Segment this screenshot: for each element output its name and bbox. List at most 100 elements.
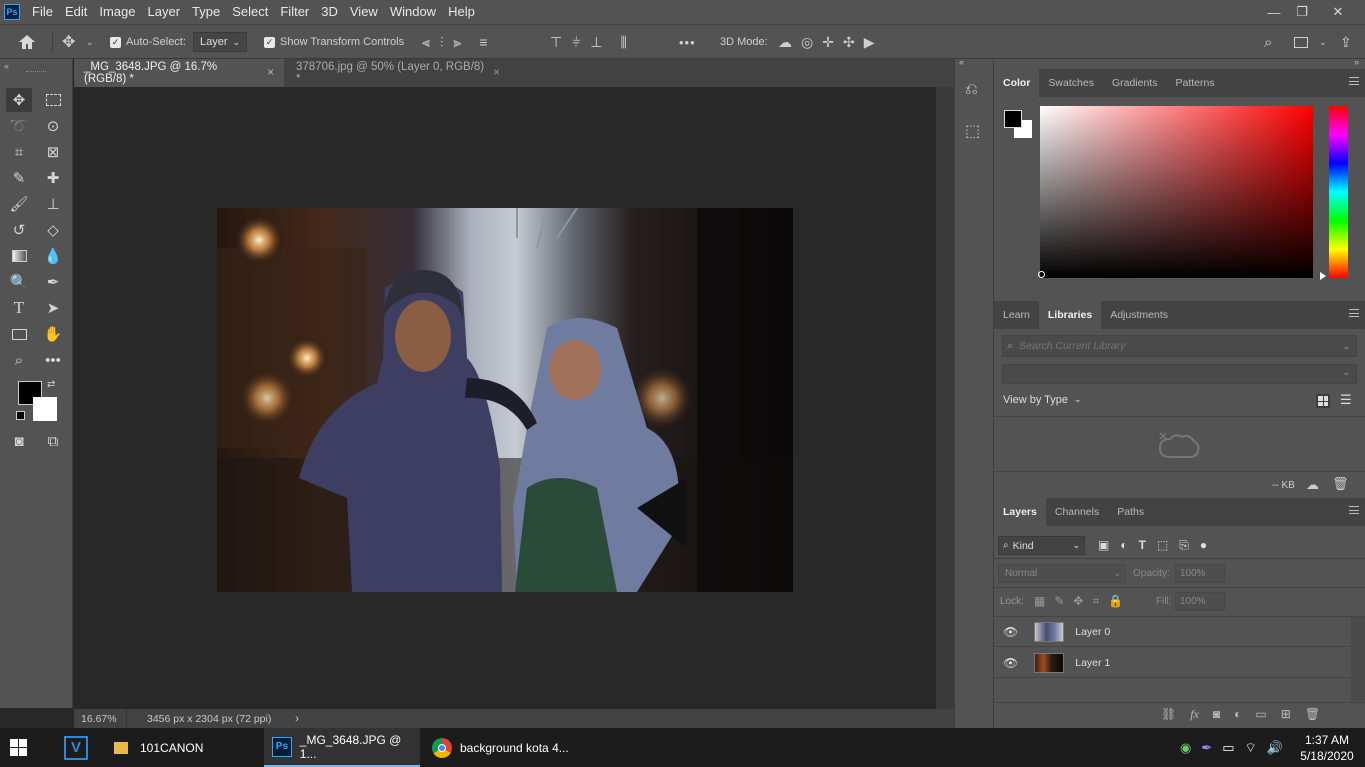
blur-tool-icon[interactable]: 💧 [40,244,66,268]
type-filter-icon[interactable]: T [1139,538,1146,553]
library-search-input[interactable] [1019,340,1320,352]
search-icon[interactable]: ⌕ [1264,25,1272,59]
quick-select-tool-icon[interactable]: ⊙ [40,114,66,138]
layer-kind-filter[interactable]: ⌕ Kind ⌄ [998,536,1085,555]
tab-adjustments[interactable]: Adjustments [1101,301,1177,329]
chevron-down-icon[interactable]: ⌄ [86,25,94,59]
foreground-swatch[interactable] [1004,110,1022,128]
distribute-vertical-icon[interactable]: ⫼ [620,34,626,51]
collapse-icon[interactable]: « [4,61,9,71]
restore-button[interactable]: ❐ [1284,0,1320,24]
swap-colors-icon[interactable]: ⇄ [47,379,55,390]
trash-icon[interactable]: 🗑 [1332,476,1349,492]
gradient-tool-icon[interactable] [6,244,32,268]
home-icon[interactable] [18,25,36,59]
brush-tool-icon[interactable]: 🖌 [6,192,32,216]
distribute-icon[interactable]: ≡ [479,34,487,50]
align-center-icon[interactable]: ⫶ [440,34,444,51]
auto-select-checkbox[interactable]: ✓ Auto-Select: [110,25,186,59]
chevron-down-icon[interactable]: ⌄ [1319,25,1327,59]
3d-panel-icon[interactable]: ⬚ [965,121,980,141]
tab-libraries[interactable]: Libraries [1038,301,1102,329]
windows-start-icon[interactable] [10,728,38,767]
tab-layers[interactable]: Layers [994,498,1046,526]
zoom-tool-icon[interactable]: ⌕ [6,348,32,372]
frame-tool-icon[interactable]: ⊠ [40,140,66,164]
pan-3d-icon[interactable]: ✛ [822,34,834,51]
tab-paths[interactable]: Paths [1108,498,1153,526]
align-middle-icon[interactable]: ⫩ [572,34,580,51]
pen-tool-icon[interactable]: ✒ [40,270,66,294]
menu-select[interactable]: Select [226,0,274,24]
default-colors-icon[interactable] [16,411,25,420]
more-tools-icon[interactable]: ••• [40,348,66,372]
menu-file[interactable]: File [26,0,59,24]
screen-mode-icon[interactable]: ⧉ [40,429,66,453]
taskbar-app-folder[interactable]: 101CANON [104,728,254,767]
eye-icon[interactable]: 👁 [1003,625,1018,639]
color-picker-marker[interactable] [1038,271,1045,278]
background-color-swatch[interactable] [33,397,57,421]
close-icon[interactable]: × [267,67,274,79]
hand-tool-icon[interactable]: ✋ [40,322,66,346]
marquee-tool-icon[interactable] [40,88,66,112]
view-by-type-dropdown[interactable]: View by Type ⌄ [1003,394,1082,406]
healing-brush-tool-icon[interactable]: ✚ [40,166,66,190]
menu-type[interactable]: Type [186,0,226,24]
layer-name[interactable]: Layer 1 [1075,657,1110,669]
shape-filter-icon[interactable]: ⬚ [1157,538,1168,553]
tab-color[interactable]: Color [994,69,1040,97]
align-right-icon[interactable]: ⫸ [453,34,461,51]
align-bottom-icon[interactable]: ⊥ [590,34,602,51]
menu-help[interactable]: Help [442,0,481,24]
lock-all-icon[interactable]: 🔒 [1108,594,1123,609]
crop-tool-icon[interactable]: ⌗ [6,140,32,164]
lock-position-icon[interactable]: ✥ [1073,594,1083,609]
library-dropdown[interactable]: ⌄ [1002,364,1357,384]
filter-toggle-icon[interactable]: ● [1200,538,1207,553]
eyedropper-tool-icon[interactable]: ✎ [6,166,32,190]
taskbar-app-photoshop[interactable]: Ps _MG_3648.JPG @ 1... [264,728,420,767]
vertical-scrollbar[interactable] [936,87,954,709]
grid-view-icon[interactable] [1316,394,1330,408]
slide-3d-icon[interactable]: ✣ [843,34,855,51]
close-icon[interactable]: × [493,67,500,79]
cloud-sync-icon[interactable]: ☁ [1306,477,1319,493]
close-window-button[interactable]: ✕ [1320,0,1356,24]
layers-scrollbar[interactable] [1351,617,1365,701]
layer-name[interactable]: Layer 0 [1075,626,1110,638]
adjustment-filter-icon[interactable]: ◐ [1120,538,1127,553]
roll-3d-icon[interactable]: ◎ [801,34,813,51]
tab-channels[interactable]: Channels [1046,498,1108,526]
quick-mask-icon[interactable]: ◙ [6,429,32,453]
zoom-level[interactable]: 16.67% [81,713,117,725]
hue-slider[interactable] [1329,106,1348,278]
pixel-filter-icon[interactable]: ▣ [1098,538,1109,553]
blend-mode-dropdown[interactable]: Normal ⌄ [998,564,1126,583]
panel-menu-icon[interactable] [1349,309,1359,317]
move-tool-preset-icon[interactable]: ✥ [62,25,75,59]
adjustment-layer-icon[interactable]: ◐ [1234,707,1241,722]
delete-layer-icon[interactable]: 🗑 [1305,707,1320,722]
volume-icon[interactable]: 🔊 [1267,740,1283,756]
menu-window[interactable]: Window [384,0,442,24]
orbit-3d-icon[interactable]: ☁ [778,34,792,51]
battery-icon[interactable]: ▭ [1222,740,1234,756]
document-image[interactable] [217,208,793,592]
path-select-tool-icon[interactable]: ➤ [40,296,66,320]
clone-stamp-tool-icon[interactable]: ⊥ [40,192,66,216]
menu-layer[interactable]: Layer [142,0,187,24]
opacity-input[interactable]: 100% [1175,564,1225,583]
share-icon[interactable]: ⇪ [1340,25,1352,59]
menu-edit[interactable]: Edit [59,0,93,24]
auto-select-dropdown[interactable]: Layer ⌄ [193,25,247,59]
fx-icon[interactable]: fx [1190,707,1199,722]
feather-tray-icon[interactable]: ✒ [1201,740,1212,756]
lock-pixels-icon[interactable]: ✎ [1054,594,1064,609]
colorful-app-tray-icon[interactable]: ◉ [1180,740,1191,756]
collapse-icon[interactable]: « [959,57,964,67]
layer-row[interactable]: 👁 Layer 0 [994,617,1351,647]
v-icon[interactable]: V [56,728,96,767]
lock-transparent-icon[interactable]: ▦ [1034,594,1045,609]
menu-filter[interactable]: Filter [274,0,315,24]
